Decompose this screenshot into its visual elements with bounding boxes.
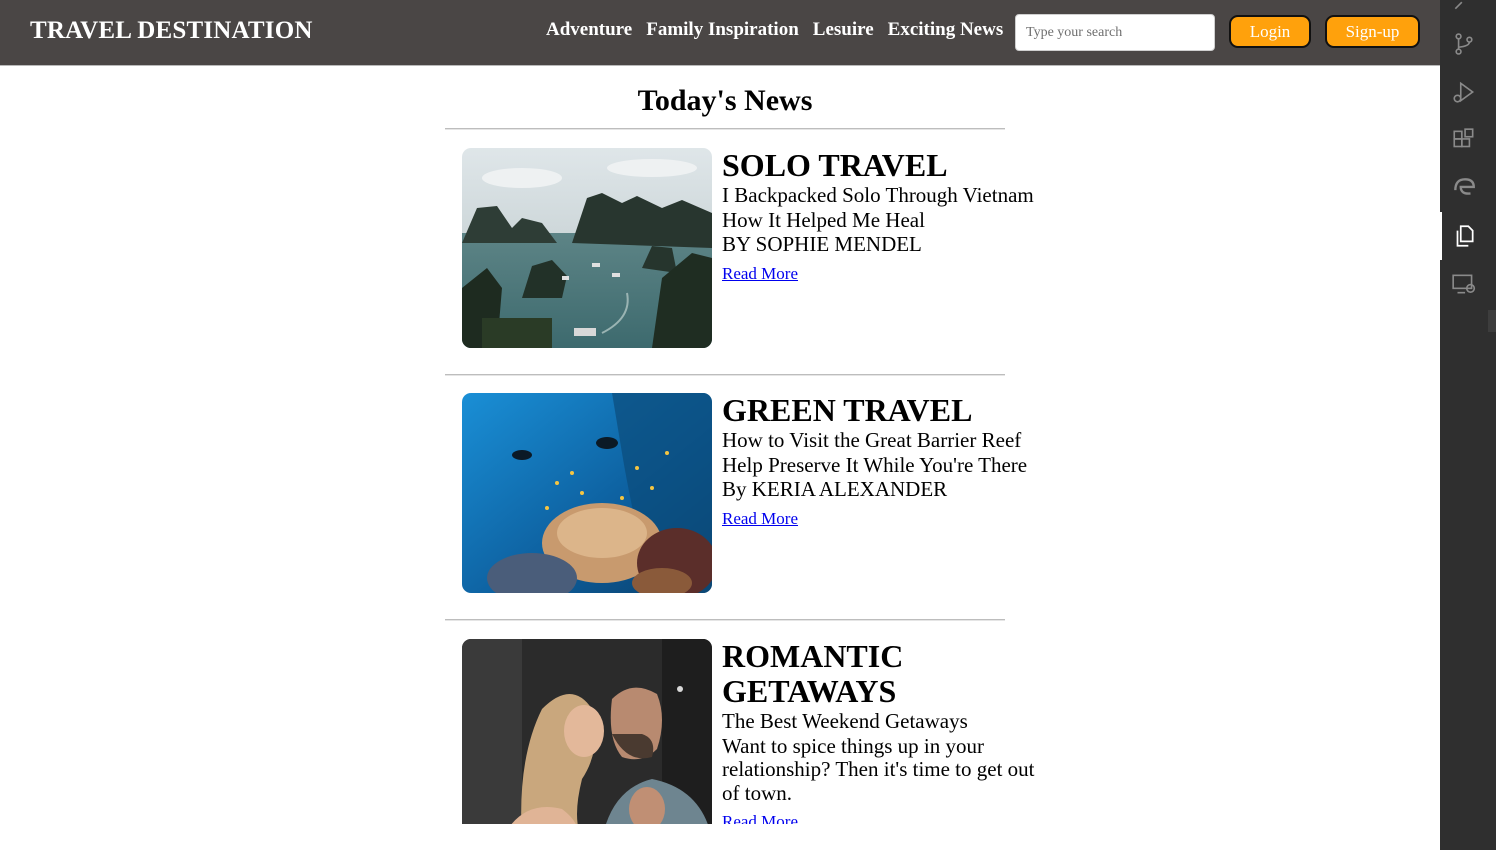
- article-category: SOLO TRAVEL: [722, 147, 948, 183]
- search-input[interactable]: [1015, 14, 1215, 51]
- article-headline: I Backpacked Solo Through Vietnam: [722, 183, 1034, 207]
- login-button[interactable]: Login: [1229, 15, 1311, 48]
- couple-kissing-photo: [462, 639, 712, 824]
- page-title: Today's News: [637, 84, 813, 117]
- page-viewport: TRAVEL DESTINATION Adventure Family Insp…: [0, 0, 1440, 824]
- extensions-icon[interactable]: [1450, 126, 1478, 154]
- divider: [445, 619, 1005, 621]
- article-author: BY SOPHIE MENDEL: [722, 232, 922, 256]
- signup-button[interactable]: Sign-up: [1325, 15, 1420, 48]
- article-category: GREEN TRAVEL: [722, 392, 973, 428]
- search-icon[interactable]: [1450, 0, 1478, 14]
- nav-link-exciting-news[interactable]: Exciting News: [888, 19, 1004, 41]
- main-nav: Adventure Family Inspiration Lesuire Exc…: [546, 19, 1003, 41]
- top-navbar: TRAVEL DESTINATION Adventure Family Insp…: [0, 0, 1440, 66]
- nav-link-family-inspiration[interactable]: Family Inspiration: [646, 19, 799, 41]
- edge-icon[interactable]: [1450, 174, 1478, 202]
- read-more-link[interactable]: Read More: [722, 509, 798, 529]
- article-headline: The Best Weekend Getaways: [722, 709, 968, 733]
- coral-reef-photo: [462, 393, 712, 593]
- article-text: ROMANTIC GETAWAYS The Best Weekend Getaw…: [722, 638, 1042, 825]
- article-text: SOLO TRAVEL I Backpacked Solo Through Vi…: [722, 148, 1042, 284]
- article-subheadline: Want to spice things up in your relation…: [722, 733, 1035, 805]
- nav-link-adventure[interactable]: Adventure: [546, 19, 632, 41]
- source-control-icon[interactable]: [1450, 30, 1478, 58]
- nav-link-leisure[interactable]: Lesuire: [813, 19, 874, 41]
- article-subheadline: How It Helped Me Heal: [722, 207, 925, 232]
- active-indicator: [1440, 212, 1442, 260]
- site-brand[interactable]: TRAVEL DESTINATION: [30, 17, 313, 45]
- vietnam-bay-photo: [462, 148, 712, 348]
- article-subheadline: Help Preserve It While You're There: [722, 452, 1028, 477]
- read-more-link[interactable]: Read More: [722, 812, 798, 824]
- article-text: GREEN TRAVEL How to Visit the Great Barr…: [722, 393, 1042, 529]
- activity-sidebar: [1440, 0, 1496, 850]
- remote-explorer-icon[interactable]: [1450, 270, 1478, 298]
- article-author: By KERIA ALEXANDER: [722, 477, 948, 501]
- divider: [445, 374, 1005, 376]
- article-category: ROMANTIC GETAWAYS: [722, 638, 904, 709]
- article-headline: How to Visit the Great Barrier Reef: [722, 428, 1022, 452]
- explorer-icon[interactable]: [1450, 222, 1478, 250]
- sidebar-scrollbar[interactable]: [1488, 310, 1496, 332]
- run-debug-icon[interactable]: [1450, 78, 1478, 106]
- read-more-link[interactable]: Read More: [722, 264, 798, 284]
- divider: [445, 128, 1005, 130]
